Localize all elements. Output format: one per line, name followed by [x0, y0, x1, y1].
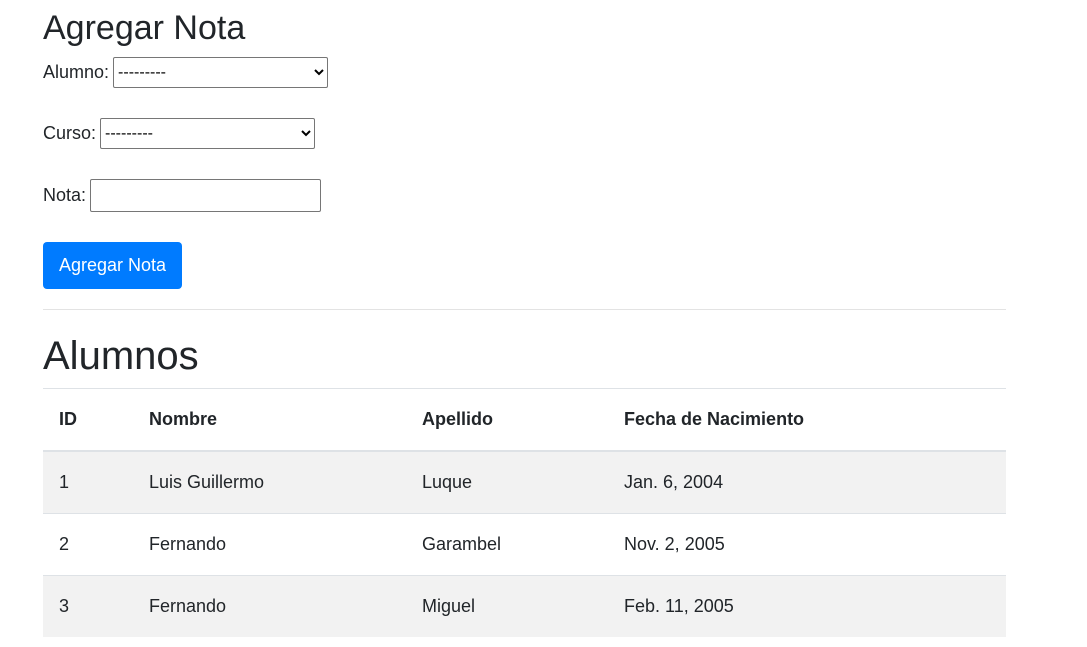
table-row: 3 Fernando Miguel Feb. 11, 2005	[43, 575, 1006, 637]
curso-select[interactable]: ---------	[100, 118, 316, 149]
alumno-label: Alumno:	[43, 62, 110, 82]
students-title: Alumnos	[43, 334, 199, 378]
cell-fecha: Jan. 6, 2004	[608, 450, 1006, 514]
table-row: 1 Luis Guillermo Luque Jan. 6, 2004	[43, 450, 1006, 514]
form-title: Agregar Nota	[43, 9, 246, 47]
nota-row: Nota:	[43, 179, 322, 212]
curso-label: Curso:	[43, 123, 97, 143]
nota-input[interactable]	[90, 179, 322, 212]
students-table: ID Nombre Apellido Fecha de Nacimiento 1…	[43, 388, 1006, 637]
cell-id: 1	[43, 450, 133, 514]
cell-id: 3	[43, 575, 133, 637]
header-fecha: Fecha de Nacimiento	[608, 388, 1006, 452]
cell-id: 2	[43, 513, 133, 576]
table-row: 2 Fernando Garambel Nov. 2, 2005	[43, 513, 1006, 576]
cell-apellido: Miguel	[406, 575, 608, 637]
agregar-nota-button[interactable]: Agregar Nota	[43, 242, 183, 289]
cell-nombre: Fernando	[133, 513, 406, 576]
cell-fecha: Feb. 11, 2005	[608, 575, 1006, 637]
table-header: ID Nombre Apellido Fecha de Nacimiento	[43, 388, 1006, 452]
cell-fecha: Nov. 2, 2005	[608, 513, 1006, 576]
header-id: ID	[43, 388, 133, 452]
curso-row: Curso: ---------	[43, 118, 316, 149]
header-nombre: Nombre	[133, 388, 406, 452]
alumno-select[interactable]: ---------	[113, 57, 329, 88]
page: Agregar Nota Alumno: --------- Curso: --…	[43, 0, 1006, 637]
cell-apellido: Luque	[406, 450, 608, 514]
divider	[43, 309, 1006, 310]
alumno-row: Alumno: ---------	[43, 57, 329, 88]
cell-nombre: Luis Guillermo	[133, 450, 406, 514]
cell-nombre: Fernando	[133, 575, 406, 637]
header-apellido: Apellido	[406, 388, 608, 452]
cell-apellido: Garambel	[406, 513, 608, 576]
nota-label: Nota:	[43, 185, 87, 205]
